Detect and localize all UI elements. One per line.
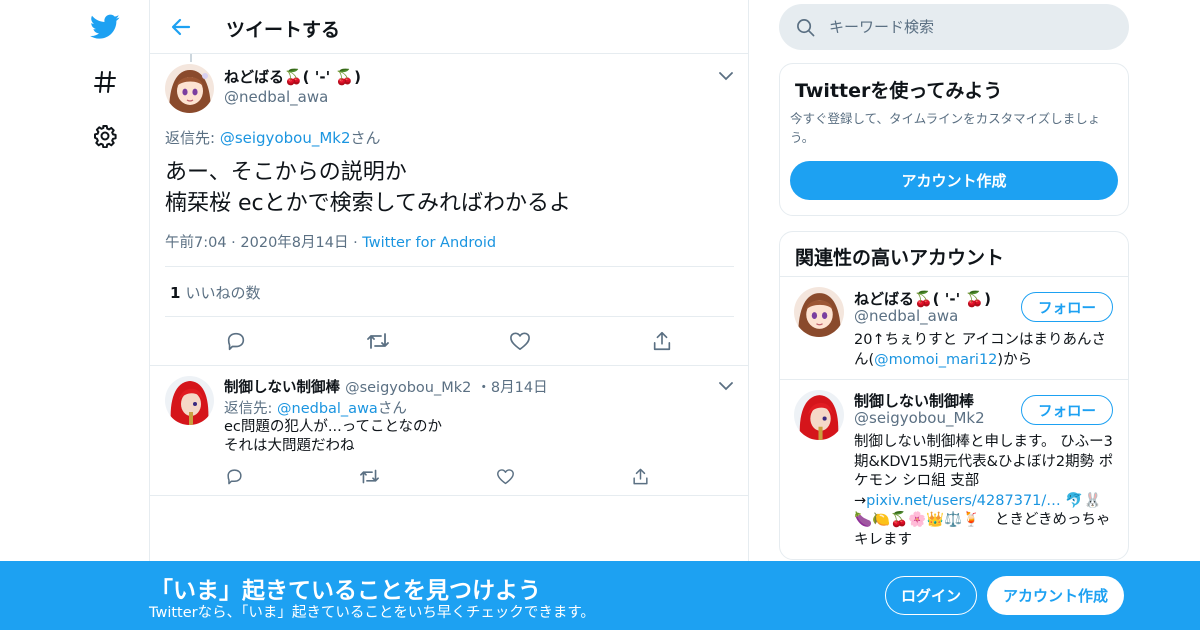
reply-author: 制御しない制御棒 @seigyobou_Mk2 ・8月14日 [224,376,548,397]
banner-subtitle: Twitterなら、「いま」起きていることをいち早くチェックできます。 [149,605,595,621]
reply-author-name[interactable]: 制御しない制御棒 [224,380,340,396]
account-bio: 制御しない制御棒と申します。 ひふー3期&KDV15期元代表&ひよぼけ2期勢 ポ… [854,433,1116,550]
search-bar [779,4,1129,50]
create-account-button[interactable]: アカウント作成 [987,576,1124,615]
reply-text: ec問題の犯人が...ってことなのか それは大問題だわね [224,418,442,456]
likes-stat[interactable]: 1 いいねの数 [170,282,260,303]
bio-link[interactable]: @momoi_mari12 [874,352,997,368]
avatar[interactable] [165,376,214,425]
divider [780,379,1128,380]
account-name[interactable]: 制御しない制御棒 [854,390,974,411]
reply-prefix: 返信先: [224,401,277,417]
tweet-text: あー、そこからの説明か 楠栞桜 ecとかで検索してみればわかるよ [165,157,571,219]
related-title: 関連性の高いアカウント [795,247,1005,269]
bio-text: )から [997,351,1033,368]
gear-icon[interactable] [89,120,121,152]
hashtag-icon[interactable] [89,66,121,98]
likes-label: いいねの数 [185,284,261,302]
thread-line [190,54,192,62]
login-button[interactable]: ログイン [885,576,977,615]
reply-suffix: さん [350,129,381,147]
avatar[interactable] [794,287,844,337]
page-title: ツイートする [226,19,341,41]
tweet-time[interactable]: 午前7:04 [165,235,227,251]
reply-suffix: さん [377,401,407,417]
retweet-icon[interactable] [356,463,382,489]
reply-to-link[interactable]: @seigyobou_Mk2 [220,129,351,147]
tweet-text-line: あー、そこからの説明か [165,160,407,185]
tweet-text-line: 楠栞桜 ecとかで検索してみればわかるよ [165,191,571,216]
related-accounts: 関連性の高いアカウント ねどばる🍒( '-' 🍒) @nedbal_awa フォ… [779,231,1129,560]
main-column: ツイートする ねどばる🍒( '-' 🍒) @nedbal_awa 返信先: @s… [149,0,749,630]
retweet-icon[interactable] [365,328,391,354]
divider [165,316,734,317]
heart-icon[interactable] [492,463,518,489]
share-icon[interactable] [627,463,653,489]
reply-context: 返信先: @seigyobou_Mk2さん [165,127,381,148]
meta-separator: · [231,235,236,251]
reply-text-line: それは大問題だわね [224,438,355,454]
reply-prefix: 返信先: [165,129,220,147]
signup-card: Twitterを使ってみよう 今すぐ登録して、タイムラインをカスタマイズしましょ… [779,63,1129,216]
banner-title: 「いま」起きていることを見つけよう [150,578,541,604]
tweet-author-handle[interactable]: @nedbal_awa [224,88,328,106]
create-account-button[interactable]: アカウント作成 [790,161,1118,200]
reply-author-handle[interactable]: @seigyobou_Mk2 [345,380,471,396]
follow-button[interactable]: フォロー [1021,395,1113,425]
tweet-meta: 午前7:04 · 2020年8月14日 · Twitter for Androi… [165,231,496,252]
account-handle[interactable]: @nedbal_awa [854,307,958,325]
signup-description: 今すぐ登録して、タイムラインをカスタマイズしましょう。 [790,111,1101,145]
account-bio: 20↑ちぇりすと アイコンはまりあんさん(@momoi_mari12)から [854,331,1116,370]
share-icon[interactable] [649,328,675,354]
twitter-bird-icon[interactable] [89,11,121,43]
chevron-down-icon[interactable] [717,377,735,395]
divider [780,276,1128,277]
avatar[interactable] [794,390,844,440]
reply-to-link[interactable]: @nedbal_awa [277,401,378,417]
back-arrow-icon[interactable] [168,14,194,40]
avatar[interactable] [165,64,214,113]
page-header: ツイートする [150,0,748,54]
left-nav [0,0,150,630]
follow-button[interactable]: フォロー [1021,292,1113,322]
tweet-source-link[interactable]: Twitter for Android [362,235,496,251]
meta-separator: · [353,235,358,251]
account-name[interactable]: ねどばる🍒( '-' 🍒) [854,288,991,309]
reply-context: 返信先: @nedbal_awaさん [224,397,407,418]
tweet-date[interactable]: 2020年8月14日 [240,235,348,251]
chevron-down-icon[interactable] [717,67,735,85]
signup-banner: 「いま」起きていることを見つけよう Twitterなら、「いま」起きていることを… [0,561,1200,630]
tweet-author-name[interactable]: ねどばる🍒( '-' 🍒) [224,66,361,87]
search-input[interactable] [829,14,1109,40]
reply-text-line: ec問題の犯人が...ってことなのか [224,419,443,435]
divider [165,266,734,267]
heart-icon[interactable] [507,328,533,354]
bio-link[interactable]: pixiv.net/users/4287371/… [866,493,1061,509]
reply-date[interactable]: ・8月14日 [476,380,547,396]
reply-tweet[interactable]: 制御しない制御棒 @seigyobou_Mk2 ・8月14日 返信先: @ned… [150,365,748,496]
reply-icon[interactable] [223,328,249,354]
account-handle[interactable]: @seigyobou_Mk2 [854,409,985,427]
search-icon [795,17,815,37]
signup-title: Twitterを使ってみよう [795,80,1003,102]
reply-icon[interactable] [221,463,247,489]
likes-count: 1 [170,284,181,302]
